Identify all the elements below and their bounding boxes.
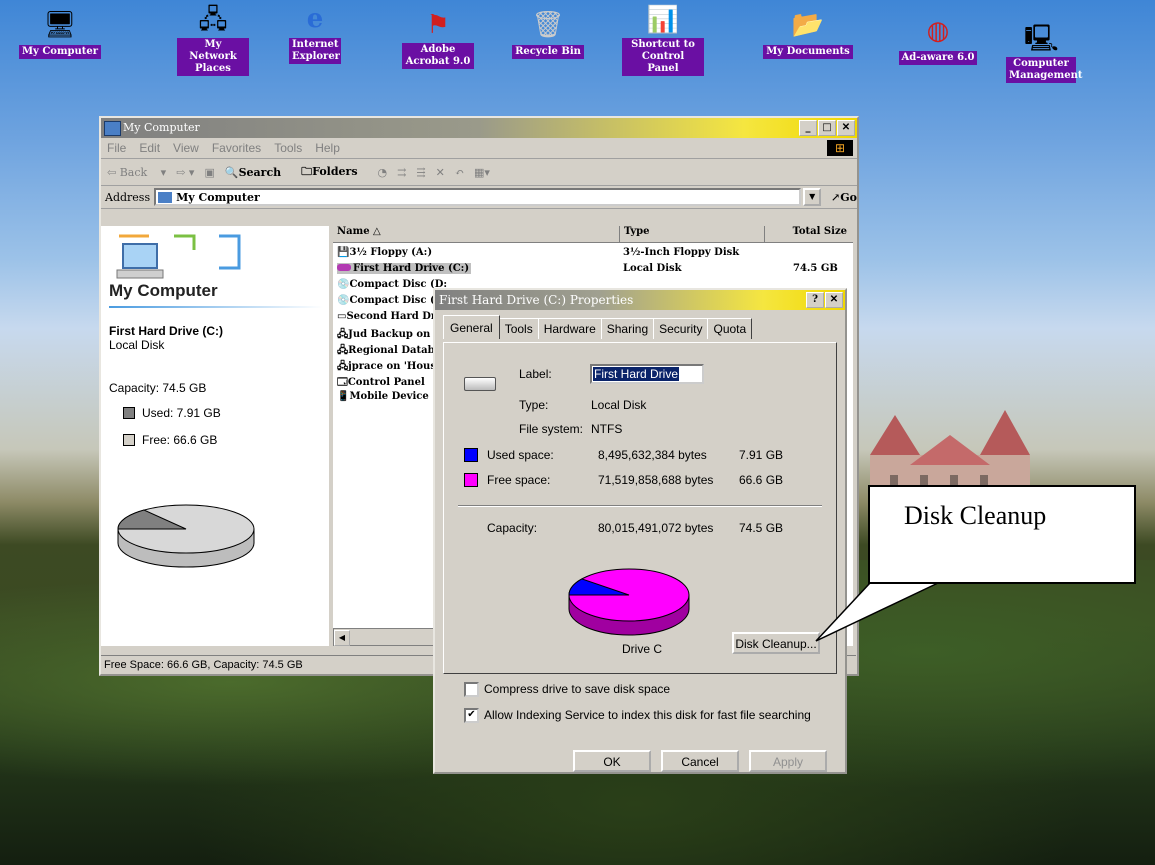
callout-pointer [815,582,939,642]
tab-general[interactable]: General [443,315,500,339]
callout-box: Disk Cleanup [868,485,1136,584]
callout-text: Disk Cleanup [904,501,1047,530]
